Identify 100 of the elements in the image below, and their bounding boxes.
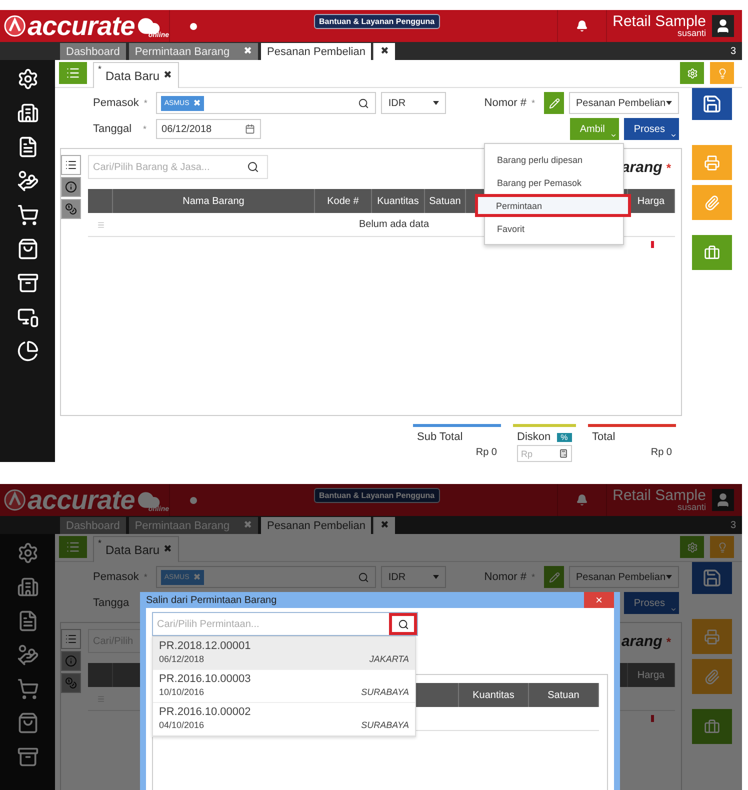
archive-icon[interactable] (16, 272, 38, 294)
bag-icon[interactable] (16, 238, 38, 260)
result-item[interactable]: PR.2016.10.00003 10/10/2016 SURABAYA (153, 670, 415, 703)
hand-coins-icon[interactable] (16, 170, 38, 192)
user-icon (715, 18, 731, 34)
save-icon (702, 568, 722, 588)
number-label: Nomor # (484, 571, 526, 583)
menu-item[interactable]: Barang per Pemasok (485, 171, 623, 194)
search-button[interactable] (389, 613, 417, 635)
date-label: Tanggal (93, 123, 133, 135)
required-mark: * (531, 572, 535, 582)
cart-icon[interactable] (16, 204, 38, 226)
dialog-title: Salin dari Permintaan Barang (146, 594, 277, 606)
user-icon (715, 492, 731, 508)
help-button[interactable]: Bantuan & Layanan Pengguna (314, 14, 440, 28)
settings-icon[interactable] (16, 68, 38, 90)
avatar-button[interactable] (712, 15, 734, 37)
search-icon (398, 618, 408, 630)
column-header: Satuan (425, 189, 466, 213)
edit-button[interactable] (544, 92, 564, 114)
user-name: susanti (677, 29, 706, 38)
lightbulb-icon (716, 542, 728, 552)
number-label: Nomor # (484, 97, 526, 109)
company-name: Retail Sample (612, 14, 706, 29)
settings-button[interactable] (680, 536, 704, 558)
list-tab[interactable] (61, 155, 81, 175)
discount-field[interactable]: Rp (517, 445, 572, 462)
caret-icon (670, 132, 677, 139)
close-tab-button[interactable]: ✖ (373, 517, 395, 534)
supplier-label: Pemasok (93, 97, 139, 109)
building-icon[interactable] (16, 102, 38, 124)
save-button[interactable] (692, 88, 732, 120)
help-button[interactable]: Bantuan & Layanan Pengguna (314, 488, 440, 502)
logo-icon (4, 489, 26, 511)
coins-icon (65, 203, 77, 215)
close-tab-button[interactable]: ✖ (244, 46, 252, 57)
close-tab-button[interactable]: ✖ (373, 43, 395, 60)
search-icon (247, 161, 259, 173)
number-select[interactable]: Pesanan Pembelian (569, 92, 679, 114)
calculator-icon (559, 449, 568, 458)
info-tab[interactable] (61, 177, 81, 197)
settings-button[interactable] (680, 62, 704, 84)
process-button[interactable]: Proses (624, 592, 679, 614)
bell-icon[interactable] (576, 494, 588, 506)
lightbulb-icon (716, 68, 728, 78)
list-button[interactable] (59, 536, 87, 558)
paperclip-icon (704, 668, 720, 684)
bell-icon[interactable] (576, 20, 588, 32)
marker-icon (651, 715, 654, 722)
tab[interactable]: Permintaan Barang ✖ (128, 43, 258, 60)
briefcase-icon (704, 244, 720, 260)
caret-icon (610, 132, 617, 139)
tab-count: 3 (730, 46, 736, 56)
list-button[interactable] (59, 62, 87, 84)
list-icon (66, 66, 80, 80)
pie-chart-icon[interactable] (16, 340, 38, 362)
pencil-icon (548, 572, 560, 582)
tab[interactable]: Pesanan Pembelian (261, 43, 372, 60)
supplier-label: Pemasok (93, 571, 139, 583)
number-select[interactable]: Pesanan Pembelian (569, 566, 679, 588)
take-button[interactable]: Ambil (570, 118, 619, 140)
status-dot (190, 496, 197, 504)
result-item[interactable]: PR.2016.10.00002 04/10/2016 SURABAYA (153, 703, 415, 736)
empty-message: Belum ada data (358, 219, 430, 230)
close-tab-button[interactable]: ✖ (244, 520, 252, 531)
process-button[interactable]: Proses (624, 118, 679, 140)
currency-select[interactable]: IDR (381, 92, 446, 114)
briefcase-button[interactable] (692, 235, 732, 270)
search-icon (358, 98, 370, 108)
currency-select[interactable]: IDR (381, 566, 446, 588)
edit-button[interactable] (544, 566, 564, 588)
save-button[interactable] (692, 562, 732, 594)
coins-tab[interactable] (61, 199, 81, 219)
briefcase-button[interactable] (692, 709, 732, 744)
tab-count: 3 (730, 520, 736, 530)
menu-item[interactable]: Barang perlu dipesan (485, 148, 623, 171)
caret-icon (670, 606, 677, 613)
tab[interactable]: Dashboard (60, 43, 126, 60)
search-icon (358, 572, 370, 582)
date-field[interactable]: 06/12/2018 (156, 119, 261, 139)
close-button[interactable]: × (584, 592, 614, 608)
document-tab[interactable]: * Data Baru ✖ (93, 62, 179, 88)
column-header: Harga (628, 663, 675, 687)
column-header: Satuan (529, 683, 599, 707)
summary-label: Sub Total (417, 431, 463, 443)
column-header: Kuantitas (459, 683, 529, 707)
calendar-icon (244, 124, 255, 134)
save-icon (702, 94, 722, 114)
settings-icon (686, 68, 698, 78)
tab[interactable]: Pesanan Pembelian (261, 517, 372, 534)
result-item[interactable]: PR.2018.12.00001 06/12/2018 JAKARTA (153, 637, 415, 670)
drag-handle-icon (96, 220, 104, 228)
percent-badge[interactable]: % (556, 432, 572, 442)
request-search-field[interactable]: Cari/Pilih Permintaan... (152, 612, 418, 636)
devices-icon[interactable] (16, 306, 38, 328)
menu-item[interactable]: Favorit (485, 217, 623, 240)
item-search-field[interactable]: Cari/Pilih Barang & Jasa... (88, 155, 268, 179)
summary-value: Rp 0 (476, 447, 497, 458)
menu-item[interactable]: Permintaan (475, 194, 631, 217)
document-tab[interactable]: * Data Baru ✖ (93, 536, 179, 562)
